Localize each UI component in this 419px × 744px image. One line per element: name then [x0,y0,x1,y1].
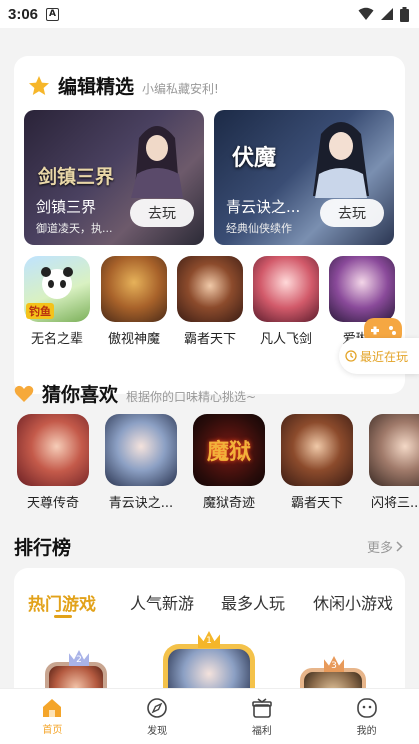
game-name: 霸者天下 [290,496,343,511]
play-button[interactable]: 去玩 [320,199,384,227]
notification-app-icon: A [46,7,60,21]
battery-icon [400,6,409,22]
game-badge: 钓鱼 [26,303,54,319]
home-icon [43,698,62,717]
status-icons [358,6,409,22]
game-icon [177,256,243,322]
more-link[interactable]: 更多 [367,537,403,556]
game-icon [281,414,353,486]
game-logo-text: 魔狱 [206,439,251,465]
heart-icon [14,385,34,402]
featured-game-desc: 御道凌天，执... [36,222,113,235]
game-icon [17,414,89,486]
game-name: 青云诀之... [108,496,174,511]
bottom-navigation: 首页 发现 福利 我的 [0,688,419,744]
featured-game-desc: 经典仙侠续作 [226,222,292,235]
editors-pick-header: 编辑精选 小编私藏安利! [28,72,219,99]
clock-icon [345,350,357,362]
featured-game-card[interactable]: 剑镇三界 剑镇三界 御道凌天，执... 去玩 [24,110,204,245]
ranking-title: 排行榜 [14,537,72,559]
nav-discover-label: 发现 [147,725,168,737]
game-item[interactable]: 凡人飞剑 [253,256,319,347]
star-icon [29,75,49,95]
game-item[interactable]: 霸者天下 [281,414,353,511]
guess-title: 猜你喜欢 [42,384,119,406]
face-icon [356,697,377,718]
nav-welfare[interactable]: 福利 [210,689,315,744]
status-time: 3:06 [8,5,39,23]
game-item[interactable]: 闪将三... [369,414,419,511]
character-illustration [313,122,369,198]
game-logo-text: 伏魔 [232,145,277,171]
game-name: 魔狱奇迹 [202,496,255,511]
game-icon [253,256,319,322]
nav-discover[interactable]: 发现 [105,689,210,744]
game-item[interactable]: 魔狱 魔狱奇迹 [193,414,265,511]
game-icon [101,256,167,322]
game-item[interactable]: 钓鱼 无名之辈 [24,256,90,347]
nav-home[interactable]: 首页 [0,689,105,744]
featured-game-name: 青云诀之... [226,198,301,216]
guess-subtitle: 根据你的口味精心挑选~ [126,390,257,404]
game-icon [105,414,177,486]
play-button[interactable]: 去玩 [130,199,194,227]
game-name: 天尊传奇 [26,496,79,511]
recently-played-button[interactable]: 最近在玩 [339,338,419,374]
recently-played-label: 最近在玩 [360,349,409,364]
nav-home-label: 首页 [42,724,63,736]
home-page[interactable]: 编辑精选 小编私藏安利! 剑镇三界 剑镇三界 御道凌天，执... 去玩 伏魔 青… [0,28,419,688]
game-icon: 魔狱 [193,414,265,486]
game-name: 凡人飞剑 [259,332,312,347]
game-item[interactable]: 傲视神魔 [101,256,167,347]
game-icon [369,414,419,486]
guess-header: 猜你喜欢 根据你的口味精心挑选~ [14,380,256,407]
game-name: 无名之辈 [30,332,83,347]
wifi-icon [358,7,374,20]
status-bar: 3:06 A [0,0,419,28]
featured-game-card[interactable]: 伏魔 青云诀之... 经典仙侠续作 去玩 [214,110,394,245]
game-icon: 钓鱼 [24,256,90,322]
game-name: 霸者天下 [183,332,236,347]
game-logo-text: 剑镇三界 [38,166,115,188]
signal-icon [381,8,393,20]
game-name: 闪将三... [371,496,419,511]
more-label: 更多 [367,541,394,556]
editors-pick-title: 编辑精选 [58,76,135,98]
nav-welfare-label: 福利 [251,725,272,737]
featured-game-name: 剑镇三界 [36,198,97,216]
game-item[interactable]: 青云诀之... [105,414,177,511]
editors-pick-subtitle: 小编私藏安利! [142,82,219,96]
chevron-right-icon [396,541,403,552]
character-illustration [131,126,183,198]
game-item[interactable]: 天尊传奇 [17,414,89,511]
game-name: 傲视神魔 [107,332,160,347]
game-icon [329,256,395,322]
nav-profile-label: 我的 [356,725,377,737]
nav-profile[interactable]: 我的 [314,689,419,744]
game-item[interactable]: 霸者天下 [177,256,243,347]
ranking-header: 排行榜 [14,533,71,560]
compass-icon [147,697,167,718]
gift-icon [252,697,272,718]
